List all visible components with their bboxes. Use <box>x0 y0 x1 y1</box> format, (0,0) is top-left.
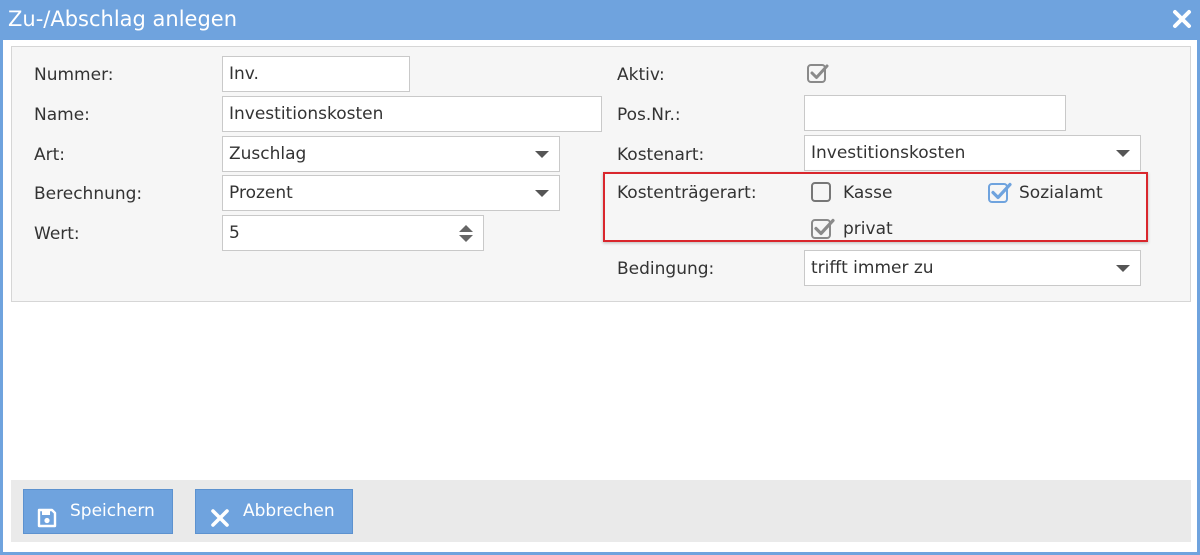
dialog-footer: Speichern Abbrechen <box>11 480 1191 542</box>
bedingung-label: Bedingung: <box>617 259 715 279</box>
dialog-titlebar: Zu-/Abschlag anlegen <box>3 0 1197 40</box>
name-input[interactable]: Investitionskosten <box>222 96 602 132</box>
dialog: Zu-/Abschlag anlegen Nummer: Inv. Name: … <box>0 0 1200 555</box>
chevron-down-icon <box>1116 150 1130 157</box>
spinner-arrows-icon[interactable] <box>459 225 473 243</box>
posnr-label: Pos.Nr.: <box>617 105 681 125</box>
aktiv-checkbox[interactable] <box>806 62 830 86</box>
wert-value: 5 <box>229 223 240 243</box>
bedingung-select[interactable]: trifft immer zu <box>804 250 1141 286</box>
bedingung-value: trifft immer zu <box>811 258 934 278</box>
chevron-down-icon <box>535 190 549 197</box>
posnr-input[interactable] <box>804 95 1066 131</box>
x-icon <box>210 502 230 527</box>
name-label: Name: <box>34 105 90 125</box>
floppy-disk-icon <box>37 502 57 528</box>
art-select[interactable]: Zuschlag <box>222 136 560 172</box>
art-label: Art: <box>34 145 66 165</box>
nummer-value: Inv. <box>229 64 259 84</box>
checkbox-checked-icon <box>807 64 829 83</box>
dialog-title: Zu-/Abschlag anlegen <box>8 7 238 31</box>
nummer-label: Nummer: <box>34 65 114 85</box>
aktiv-label: Aktiv: <box>617 65 665 85</box>
save-button[interactable]: Speichern <box>23 489 173 534</box>
berechnung-value: Prozent <box>229 183 293 203</box>
wert-stepper[interactable]: 5 <box>222 215 484 251</box>
cancel-button[interactable]: Abbrechen <box>195 489 353 534</box>
kostenart-value: Investitionskosten <box>811 143 966 163</box>
close-icon[interactable] <box>1169 6 1195 32</box>
save-button-label: Speichern <box>70 501 155 521</box>
berechnung-select[interactable]: Prozent <box>222 175 560 211</box>
chevron-down-icon <box>535 151 549 158</box>
kostenart-label: Kostenart: <box>617 145 705 165</box>
kostentraegerart-highlight-box <box>603 172 1148 242</box>
wert-label: Wert: <box>34 224 80 244</box>
nummer-input[interactable]: Inv. <box>222 56 410 92</box>
art-value: Zuschlag <box>229 144 307 164</box>
kostenart-select[interactable]: Investitionskosten <box>804 135 1141 171</box>
chevron-down-icon <box>1116 265 1130 272</box>
berechnung-label: Berechnung: <box>34 184 143 204</box>
cancel-button-label: Abbrechen <box>243 501 335 521</box>
name-value: Investitionskosten <box>229 104 384 124</box>
